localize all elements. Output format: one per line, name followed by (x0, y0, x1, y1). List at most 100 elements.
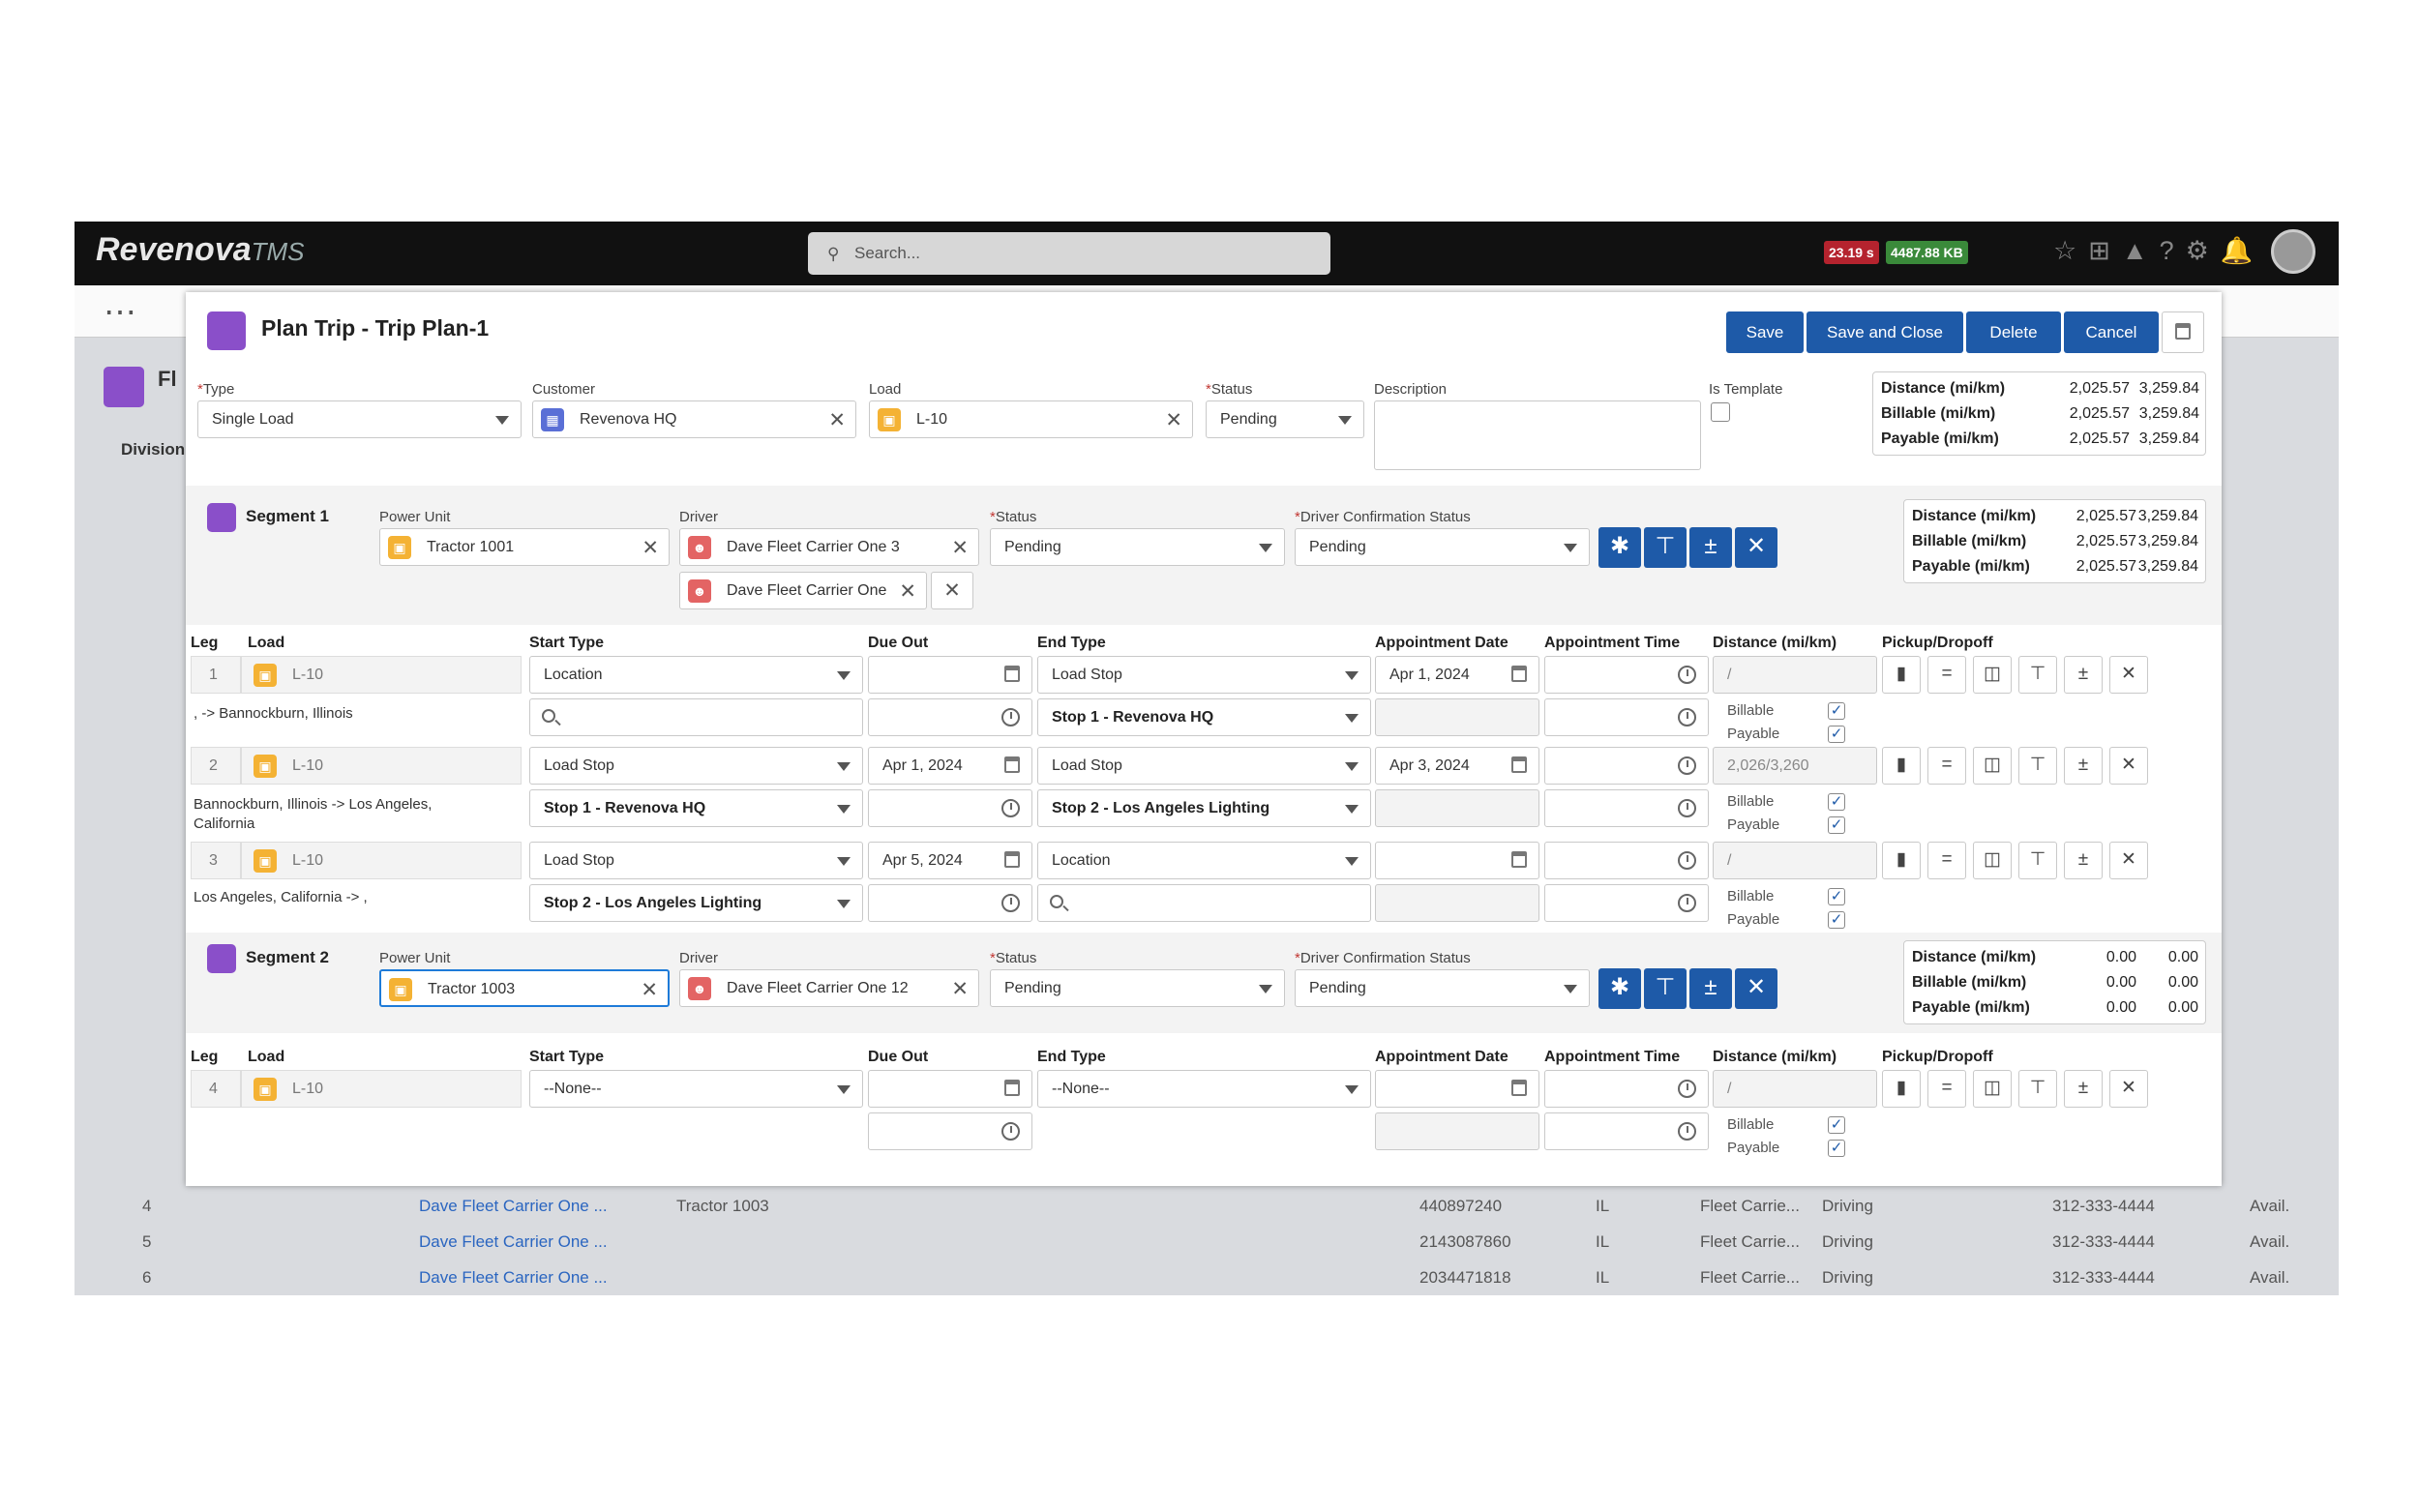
appointment-time-2[interactable] (1544, 789, 1709, 827)
appointment-time-2[interactable] (1544, 884, 1709, 922)
load-lookup[interactable]: ▣ L-10 ✕ (869, 400, 1193, 438)
remove-driver-button[interactable]: ✕ (931, 572, 973, 609)
save-and-close-button[interactable]: Save and Close (1807, 311, 1963, 353)
clear-icon[interactable]: ✕ (1165, 408, 1182, 432)
due-out-date[interactable] (868, 656, 1032, 694)
payable-checkbox[interactable]: ✓ (1828, 911, 1845, 929)
close-icon[interactable]: ✕ (2109, 747, 2148, 785)
start-location-search[interactable] (529, 698, 863, 736)
due-out-time[interactable] (868, 698, 1032, 736)
customer-lookup[interactable]: ▦ Revenova HQ ✕ (532, 400, 856, 438)
notes-icon[interactable]: ▮ (1882, 842, 1921, 879)
status-select[interactable]: Pending (1206, 400, 1364, 438)
notes-icon[interactable]: ▮ (1882, 1070, 1921, 1108)
start-type-select[interactable]: Load Stop (529, 842, 863, 879)
split-icon[interactable]: ◫ (1973, 747, 2012, 785)
add-remove-icon[interactable]: ± (2064, 842, 2103, 879)
clear-icon[interactable]: ✕ (641, 978, 658, 1002)
trailhead-icon[interactable]: ▲ (2122, 236, 2160, 265)
equals-icon[interactable]: = (1927, 656, 1966, 694)
end-type-select[interactable]: Load Stop (1037, 747, 1371, 785)
appointment-date[interactable]: Apr 3, 2024 (1375, 747, 1539, 785)
due-out-time[interactable] (868, 1112, 1032, 1150)
auto-plan-button[interactable]: ✱ (1598, 527, 1641, 568)
add-remove-button[interactable]: ± (1689, 968, 1732, 1009)
delete-segment-button[interactable]: ✕ (1735, 527, 1777, 568)
description-textarea[interactable] (1374, 400, 1701, 470)
due-out-date[interactable]: Apr 5, 2024 (868, 842, 1032, 879)
notes-icon[interactable]: ▮ (1882, 747, 1921, 785)
start-stop-select[interactable]: Stop 1 - Revenova HQ (529, 789, 863, 827)
end-stop-select[interactable]: Stop 2 - Los Angeles Lighting (1037, 789, 1371, 827)
start-type-select[interactable]: --None-- (529, 1070, 863, 1108)
bell-icon[interactable]: 🔔 (2221, 236, 2265, 265)
add-remove-icon[interactable]: ± (2064, 1070, 2103, 1108)
add-icon[interactable]: ⊞ (2088, 236, 2122, 265)
delete-button[interactable]: Delete (1966, 311, 2061, 353)
auto-plan-button[interactable]: ✱ (1598, 968, 1641, 1009)
insert-above-button[interactable]: ⊤ (1644, 527, 1687, 568)
driver-confirmation-select[interactable]: Pending (1295, 528, 1590, 566)
end-type-select[interactable]: Location (1037, 842, 1371, 879)
driver-lookup[interactable]: ☻ Dave Fleet Carrier One 3 ✕ (679, 528, 979, 566)
help-icon[interactable]: ? (2160, 236, 2186, 265)
clear-icon[interactable]: ✕ (951, 977, 969, 1001)
clear-icon[interactable]: ✕ (642, 536, 659, 560)
appointment-date[interactable] (1375, 842, 1539, 879)
delete-segment-button[interactable]: ✕ (1735, 968, 1777, 1009)
insert-above-icon[interactable]: ⊤ (2018, 747, 2057, 785)
gear-icon[interactable]: ⚙ (2186, 236, 2221, 265)
end-stop-select[interactable]: Stop 1 - Revenova HQ (1037, 698, 1371, 736)
appointment-date[interactable] (1375, 1070, 1539, 1108)
payable-checkbox[interactable]: ✓ (1828, 1140, 1845, 1157)
equals-icon[interactable]: = (1927, 842, 1966, 879)
appointment-time-2[interactable] (1544, 698, 1709, 736)
add-remove-icon[interactable]: ± (2064, 656, 2103, 694)
split-icon[interactable]: ◫ (1973, 1070, 2012, 1108)
segment-status-select[interactable]: Pending (990, 969, 1285, 1007)
end-location-search[interactable] (1037, 884, 1371, 922)
cancel-button[interactable]: Cancel (2064, 311, 2159, 353)
notes-icon[interactable]: ▮ (1882, 656, 1921, 694)
appointment-time[interactable] (1544, 747, 1709, 785)
appointment-time[interactable] (1544, 656, 1709, 694)
appointment-time-2[interactable] (1544, 1112, 1709, 1150)
equals-icon[interactable]: = (1927, 1070, 1966, 1108)
insert-above-icon[interactable]: ⊤ (2018, 656, 2057, 694)
clear-icon[interactable]: ✕ (899, 579, 916, 604)
billable-checkbox[interactable]: ✓ (1828, 702, 1845, 720)
driver-confirmation-select[interactable]: Pending (1295, 969, 1590, 1007)
split-icon[interactable]: ◫ (1973, 842, 2012, 879)
appointment-date[interactable]: Apr 1, 2024 (1375, 656, 1539, 694)
table-row[interactable]: 4 Dave Fleet Carrier One ... Tractor 1003 4… (75, 1189, 2339, 1224)
add-remove-icon[interactable]: ± (2064, 747, 2103, 785)
save-button[interactable]: Save (1726, 311, 1804, 353)
billable-checkbox[interactable]: ✓ (1828, 1116, 1845, 1134)
due-out-date[interactable]: Apr 1, 2024 (868, 747, 1032, 785)
due-out-time[interactable] (868, 789, 1032, 827)
split-icon[interactable]: ◫ (1973, 656, 2012, 694)
star-icon[interactable]: ☆ (2053, 236, 2088, 265)
close-icon[interactable]: ✕ (2109, 842, 2148, 879)
billable-checkbox[interactable]: ✓ (1828, 888, 1845, 905)
segment-status-select[interactable]: Pending (990, 528, 1285, 566)
clear-icon[interactable]: ✕ (828, 408, 846, 432)
billable-checkbox[interactable]: ✓ (1828, 793, 1845, 811)
start-stop-select[interactable]: Stop 2 - Los Angeles Lighting (529, 884, 863, 922)
calendar-button[interactable] (2162, 311, 2204, 353)
power-unit-lookup[interactable]: ▣ Tractor 1001 ✕ (379, 528, 670, 566)
is-template-checkbox[interactable] (1711, 402, 1730, 422)
driver-2-lookup[interactable]: ☻ Dave Fleet Carrier One ✕ (679, 572, 927, 609)
power-unit-lookup[interactable]: ▣ Tractor 1003 ✕ (379, 969, 670, 1007)
insert-above-icon[interactable]: ⊤ (2018, 1070, 2057, 1108)
global-search[interactable]: ⚲ Search... (808, 232, 1330, 275)
type-select[interactable]: Single Load (197, 400, 522, 438)
insert-above-button[interactable]: ⊤ (1644, 968, 1687, 1009)
app-launcher-icon[interactable]: ⋯ (104, 293, 136, 332)
payable-checkbox[interactable]: ✓ (1828, 816, 1845, 834)
end-type-select[interactable]: Load Stop (1037, 656, 1371, 694)
driver-lookup[interactable]: ☻ Dave Fleet Carrier One 12 ✕ (679, 969, 979, 1007)
revenova-logo[interactable]: RevenovaTMS (96, 231, 305, 269)
table-row[interactable]: 6 Dave Fleet Carrier One ... 2034471818 IL F… (75, 1260, 2339, 1295)
close-icon[interactable]: ✕ (2109, 1070, 2148, 1108)
